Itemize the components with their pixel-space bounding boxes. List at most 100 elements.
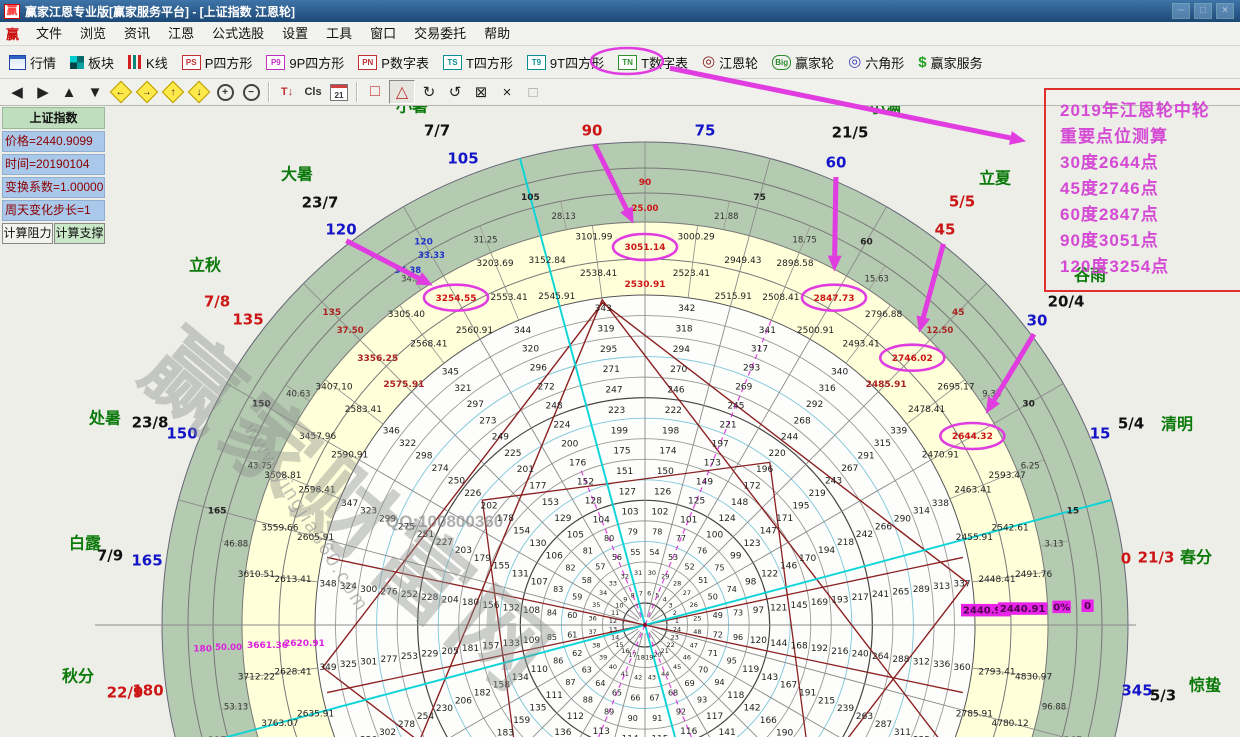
calc-support-button[interactable]: 计算支撑 — [54, 223, 105, 244]
menu-item-窗口[interactable]: 窗口 — [361, 22, 405, 45]
menu-item-公式选股[interactable]: 公式选股 — [203, 22, 273, 45]
annotation-line: 120度3254点 — [1060, 254, 1240, 280]
tool-赢家服务[interactable]: $赢家服务 — [911, 49, 989, 75]
rotate-view-up-button[interactable]: ▲ — [57, 81, 81, 103]
page-right-button[interactable]: ▶ — [31, 81, 55, 103]
spiral-number: 112 — [567, 712, 584, 722]
spiral-number: 12 — [609, 617, 617, 625]
rect-tool-button[interactable]: □ — [363, 81, 387, 103]
spiral-number: 116 — [680, 727, 697, 737]
marquee-button[interactable]: ⊠ — [469, 81, 493, 103]
spiral-number: 106 — [546, 552, 563, 562]
rotate-cw-button[interactable]: ↻ — [417, 81, 441, 103]
tool-K线[interactable]: K线 — [121, 49, 175, 75]
spiral-number: 51 — [698, 576, 708, 585]
minimize-button[interactable]: ─ — [1172, 3, 1190, 19]
spiral-number: 313 — [933, 582, 950, 592]
spiral-number: 150 — [657, 467, 674, 477]
spiral-number: 340 — [831, 367, 848, 377]
collapse-button[interactable]: × — [495, 81, 519, 103]
spiral-number: 342 — [678, 304, 695, 314]
index-name: 上证指数 — [2, 107, 105, 129]
spiral-number: 246 — [667, 386, 684, 396]
maximize-button[interactable]: □ — [1194, 3, 1212, 19]
spiral-number: 151 — [616, 467, 633, 477]
move-left-button[interactable]: ← — [109, 81, 133, 103]
spiral-number: 193 — [831, 595, 848, 605]
spiral-number: 215 — [818, 696, 835, 706]
spiral-number: 177 — [529, 482, 546, 492]
tool-P四方形[interactable]: PSP四方形 — [175, 49, 260, 75]
spiral-number: 8 — [631, 591, 635, 599]
spiral-number: 74 — [727, 585, 737, 594]
outer-price-value: 2695.17 — [937, 383, 974, 393]
spiral-number: 3 — [669, 602, 673, 610]
menu-item-设置[interactable]: 设置 — [273, 22, 317, 45]
tool-T数字表[interactable]: TNT数字表 — [611, 49, 695, 75]
spiral-number: 6 — [647, 589, 651, 597]
tool-9T四方形[interactable]: T99T四方形 — [520, 49, 611, 75]
tool-赢家轮[interactable]: Big赢家轮 — [765, 49, 841, 75]
percent-value: 50.00 — [215, 643, 242, 653]
spiral-number: 111 — [546, 691, 563, 701]
main-toolbar: 行情板块 K线 PSP四方形P99P四方形PNP数字表TST四方形T99T四方形TN… — [0, 46, 1240, 79]
menu-item-交易委托[interactable]: 交易委托 — [405, 22, 475, 45]
tool-江恩轮[interactable]: ◎江恩轮 — [695, 49, 765, 75]
menu-item-工具[interactable]: 工具 — [317, 22, 361, 45]
inner-price-value: 2463.41 — [954, 485, 991, 495]
spiral-number: 314 — [913, 507, 930, 517]
rotate-ccw-button[interactable]: ↺ — [443, 81, 467, 103]
badge-icon: T9 — [527, 55, 546, 70]
menu-item-文件[interactable]: 文件 — [27, 22, 71, 45]
inner-price-value: 2523.41 — [673, 269, 710, 279]
sort-button[interactable]: T↓ — [275, 81, 299, 103]
board-button[interactable]: □ — [521, 81, 545, 103]
spiral-number: 218 — [837, 538, 854, 548]
spiral-number: 230 — [436, 704, 453, 714]
tool-label: K线 — [146, 53, 168, 72]
spiral-number: 349 — [319, 663, 336, 673]
spiral-number: 175 — [613, 447, 630, 457]
inner-price-value: 2553.41 — [491, 293, 528, 303]
spiral-number: 244 — [781, 433, 798, 443]
calc-resistance-button[interactable]: 计算阻力 — [2, 223, 53, 244]
solar-term-label: 清明 — [1161, 415, 1193, 434]
spiral-number: 55 — [630, 548, 640, 557]
tool-label: 六角形 — [865, 53, 904, 72]
kline-icon — [128, 55, 142, 69]
spiral-number: 49 — [713, 611, 723, 620]
window-title: 赢家江恩专业版[赢家服务平台] - [上证指数 江恩轮] — [25, 3, 295, 20]
rotate-view-down-button[interactable]: ▼ — [83, 81, 107, 103]
zoom-out-button[interactable]: − — [239, 81, 263, 103]
tool-行情[interactable]: 行情 — [2, 49, 63, 75]
spiral-number: 266 — [875, 522, 892, 532]
menu-item-江恩[interactable]: 江恩 — [159, 22, 203, 45]
cls-button[interactable]: Cls — [301, 81, 325, 103]
degree-ring-value: 120 — [414, 238, 433, 248]
tool-板块[interactable]: 板块 — [63, 49, 121, 75]
page-left-button[interactable]: ◀ — [5, 81, 29, 103]
calendar-button[interactable]: 21 — [327, 81, 351, 103]
menu-item-帮助[interactable]: 帮助 — [475, 22, 519, 45]
tool-六角形[interactable]: ◎六角形 — [841, 49, 911, 75]
spiral-number: 278 — [398, 720, 415, 730]
spiral-number: 241 — [872, 590, 889, 600]
tool-P数字表[interactable]: PNP数字表 — [351, 49, 436, 75]
move-right-icon: → — [136, 81, 159, 104]
close-button[interactable]: × — [1216, 3, 1234, 19]
move-right-button[interactable]: → — [135, 81, 159, 103]
menu-item-浏览[interactable]: 浏览 — [71, 22, 115, 45]
degree-ring-value: 75 — [753, 193, 766, 203]
tool-T四方形[interactable]: TST四方形 — [436, 49, 520, 75]
spiral-number: 243 — [825, 477, 842, 487]
spiral-number: 220 — [769, 449, 786, 459]
zoom-in-button[interactable]: + — [213, 81, 237, 103]
move-down-button[interactable]: ↓ — [187, 81, 211, 103]
spiral-number: 88 — [583, 695, 593, 704]
spiral-number: 78 — [652, 528, 662, 537]
triangle-tool-button[interactable]: △ — [389, 80, 415, 104]
spiral-number: 120 — [750, 636, 767, 646]
move-up-button[interactable]: ↑ — [161, 81, 185, 103]
menu-item-资讯[interactable]: 资讯 — [115, 22, 159, 45]
tool-9P四方形[interactable]: P99P四方形 — [259, 49, 351, 75]
